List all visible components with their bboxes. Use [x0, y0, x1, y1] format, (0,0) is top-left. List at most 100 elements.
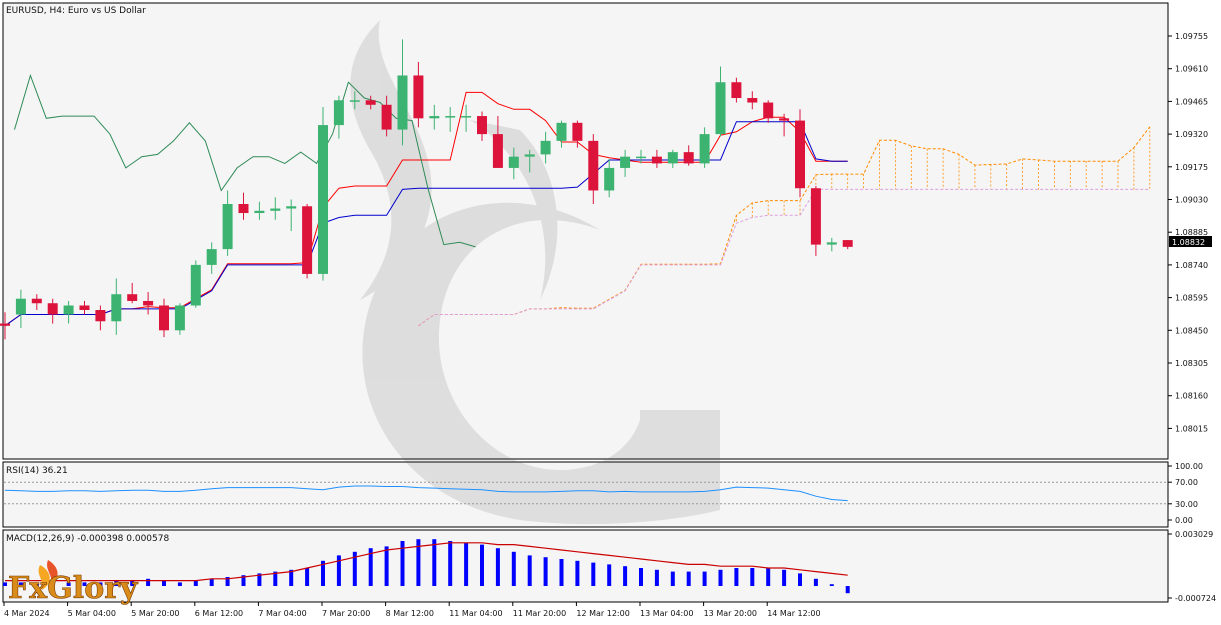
price-tick-label: 1.08885 [1175, 228, 1208, 237]
candle-body [143, 300, 154, 306]
price-tick-label: 1.09465 [1175, 97, 1208, 106]
macd-bar [750, 568, 755, 586]
candle-body [445, 116, 456, 118]
candle-body [572, 122, 583, 141]
time-tick-label: 5 Mar 04:00 [68, 609, 116, 618]
candle-body [842, 240, 853, 247]
price-tick-label: 1.08015 [1175, 424, 1208, 433]
time-tick-label: 11 Mar 04:00 [449, 609, 502, 618]
macd-bar [464, 542, 469, 586]
chart-title: EURUSD, H4: Euro vs US Dollar [6, 6, 146, 16]
candle-body [715, 82, 726, 135]
macd-bar [3, 582, 7, 586]
macd-panel [2, 529, 1169, 603]
candle-body [79, 305, 90, 311]
macd-bar [686, 571, 691, 586]
candle-body [747, 98, 758, 103]
candle-body [651, 156, 662, 164]
time-tick-label: 5 Mar 20:00 [131, 609, 179, 618]
candle-body [31, 298, 42, 304]
price-tick-label: 1.09755 [1175, 32, 1208, 41]
candle-body [318, 125, 328, 274]
candle-body [731, 82, 742, 99]
macd-bar [718, 569, 723, 586]
time-tick-label: 14 Mar 12:00 [767, 609, 820, 618]
price-tick-label: 1.08595 [1175, 294, 1208, 303]
rsi-tick-label: 70.00 [1175, 478, 1198, 487]
current-price-tag: 1.08832 [1169, 236, 1212, 247]
macd-bar [639, 568, 643, 586]
candle-body [0, 323, 10, 326]
macd-bar [480, 544, 484, 586]
candle-body [381, 104, 392, 130]
macd-bar [511, 551, 516, 586]
macd-bar [193, 580, 198, 586]
candle-body [461, 116, 472, 118]
time-tick-label: 13 Mar 20:00 [704, 609, 757, 618]
candle-body [190, 264, 201, 306]
macd-bar [527, 555, 532, 586]
current-price-label: 1.08832 [1172, 238, 1205, 247]
candle-body [222, 204, 233, 250]
rsi-label: RSI(14) 36.21 [6, 466, 68, 476]
price-tick-label: 1.08160 [1175, 392, 1208, 401]
candle-body [397, 75, 408, 130]
candle-body [47, 303, 58, 315]
candle-body [127, 294, 138, 301]
macd-bar [845, 586, 850, 594]
macd-bar [670, 571, 675, 586]
macd-bar [766, 568, 771, 586]
price-tick-label: 1.08740 [1175, 261, 1208, 270]
candle-body [763, 102, 774, 119]
candle-body [254, 210, 265, 214]
candle-body [524, 154, 535, 157]
candle-body [604, 167, 615, 191]
candle-body [286, 206, 297, 209]
macd-bar [209, 578, 214, 586]
price-tick-label: 1.09610 [1175, 65, 1208, 74]
time-tick-label: 12 Mar 12:00 [576, 609, 629, 618]
candle-body [111, 294, 122, 322]
candle-body [206, 249, 217, 265]
macd-bar [162, 580, 166, 586]
macd-bar [543, 557, 548, 586]
price-tick-label: 1.09030 [1175, 196, 1208, 205]
macd-bar [384, 546, 389, 586]
candle-body [810, 188, 821, 245]
candle-body [333, 100, 344, 126]
candle-body [159, 305, 169, 331]
macd-tick-label: 0.003029 [1175, 530, 1213, 539]
candle-body [683, 152, 694, 164]
macd-bar [813, 578, 818, 586]
time-tick-label: 11 Mar 20:00 [513, 609, 566, 618]
macd-bar [495, 548, 500, 586]
macd-bar [702, 571, 707, 586]
macd-bar [798, 573, 802, 586]
candle-body [492, 134, 503, 168]
time-tick-label: 13 Mar 04:00 [640, 609, 693, 618]
candle-body [95, 310, 106, 322]
macd-bar [305, 568, 310, 586]
candle-body [63, 305, 74, 315]
time-tick-label: 6 Mar 12:00 [195, 609, 243, 618]
candle-body [302, 206, 313, 274]
candle-body [174, 305, 185, 331]
macd-bar [146, 578, 151, 586]
price-tick-label: 1.08305 [1175, 359, 1208, 368]
macd-bar [782, 569, 787, 586]
price-panel [2, 2, 1169, 460]
candle-body [15, 298, 26, 315]
candle-body [238, 204, 249, 214]
time-tick-label: 4 Mar 2024 [4, 609, 50, 618]
macd-bar [591, 562, 596, 586]
macd-bar [432, 539, 437, 586]
macd-label: MACD(12,26,9) -0.000398 0.000578 [6, 534, 169, 544]
macd-bar [559, 559, 564, 586]
price-tick-label: 1.09320 [1175, 130, 1208, 139]
time-tick-label: 7 Mar 20:00 [322, 609, 370, 618]
price-chart[interactable]: EURUSD, H4: Euro vs US Dollar RSI(14) 36… [0, 0, 1221, 625]
candle-body [477, 116, 487, 135]
macd-bar [575, 560, 580, 586]
rsi-tick-label: 100.00 [1175, 462, 1203, 471]
candle-body [699, 134, 710, 164]
